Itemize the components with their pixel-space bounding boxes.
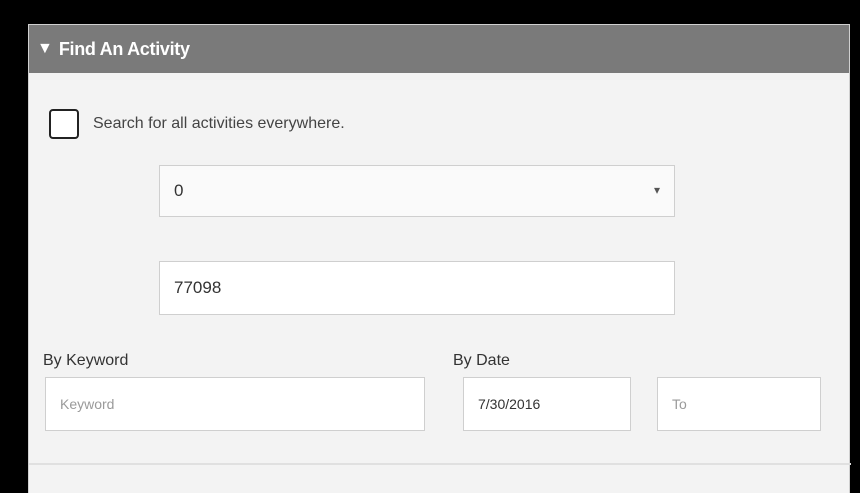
find-activity-panel: ▼ Find An Activity Search for all activi… (28, 24, 851, 493)
collapse-caret-icon: ▼ (37, 40, 53, 57)
search-all-row: Search for all activities everywhere. (49, 109, 345, 139)
date-to-input[interactable] (657, 377, 821, 431)
panel-title: Find An Activity (58, 38, 190, 59)
chevron-down-icon: ▾ (653, 183, 660, 197)
date-from-input[interactable] (463, 377, 631, 431)
panel-header[interactable]: ▼ Find An Activity (29, 25, 849, 73)
panel-divider (29, 463, 851, 465)
search-all-checkbox[interactable] (49, 109, 79, 139)
date-label: By Date (453, 352, 510, 369)
search-all-label: Search for all activities everywhere. (93, 115, 345, 132)
keyword-label: By Keyword (43, 352, 129, 369)
zip-code-input[interactable] (159, 261, 675, 315)
keyword-input[interactable] (45, 377, 425, 431)
distance-select-value: 0 (174, 181, 184, 200)
distance-select[interactable]: 0 ▾ (159, 165, 675, 217)
